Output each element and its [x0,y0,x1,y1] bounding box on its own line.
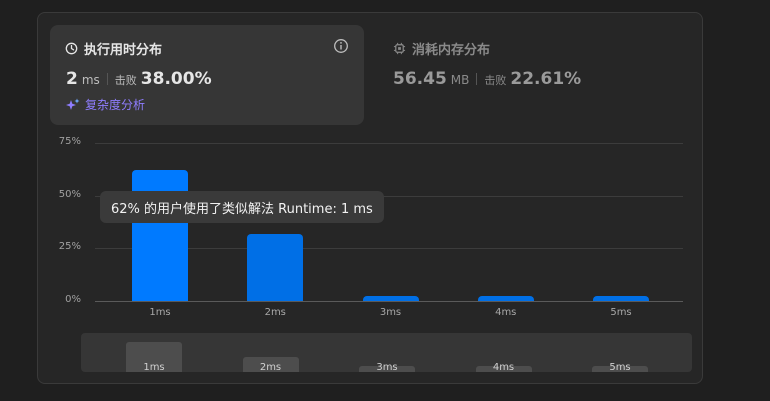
runtime-unit: ms [81,73,100,87]
info-icon[interactable] [333,38,349,54]
x-tick-label: 5ms [610,307,632,318]
x-tick-label: 2ms [264,307,286,318]
y-tick-label: 50% [58,188,81,200]
minimap-label: 5ms [609,362,631,372]
memory-title-text: 消耗内存分布 [412,43,491,58]
runtime-beat-pct: 38.00% [140,69,212,89]
divider [476,73,478,85]
sparkle-icon [66,98,80,112]
chart-range-slider[interactable]: 1ms 2ms 3ms 4ms 5ms [81,333,692,372]
runtime-tab-title: 执行用时分布 [65,39,162,58]
memory-unit: MB [450,73,470,87]
runtime-stat: 2 ms 击败 38.00% [66,69,212,89]
memory-beat-label: 击败 [484,74,507,87]
memory-tab[interactable]: 消耗内存分布 [393,39,490,58]
bar-4ms[interactable] [477,296,534,301]
x-tick-label: 3ms [379,307,402,318]
x-tick-label: 1ms [149,307,171,318]
complexity-analysis-link[interactable]: 复杂度分析 [66,96,145,113]
chart-tooltip: 62% 的用户使用了类似解法 Runtime: 1 ms [100,191,384,223]
bar-3ms[interactable] [362,296,419,301]
complexity-link-text: 复杂度分析 [85,98,146,112]
memory-stat: 56.45 MB 击败 22.61% [393,69,581,89]
gridline [95,143,683,144]
clock-icon [65,42,78,55]
divider [106,73,108,85]
runtime-title-text: 执行用时分布 [84,43,163,58]
x-tick-label: 4ms [495,307,517,318]
y-tick-label: 75% [58,136,81,147]
memory-beat-pct: 22.61% [510,69,582,89]
bar-1ms[interactable] [132,170,188,301]
y-tick-label: 25% [58,241,81,253]
runtime-value: 2 [66,69,78,89]
minimap-label: 3ms [376,362,398,372]
tooltip-text: 62% 的用户使用了类似解法 Runtime: 1 ms [111,201,373,217]
memory-value: 56.45 [393,69,447,89]
minimap-label: 2ms [259,362,282,372]
chip-icon [393,42,406,55]
bar-5ms[interactable] [593,296,649,301]
y-tick-label: 0% [65,294,81,305]
minimap-label: 4ms [492,362,515,372]
minimap-label: 1ms [143,362,165,372]
runtime-beat-label: 击败 [114,74,137,87]
bar-2ms[interactable] [247,233,304,301]
gridline [95,301,683,302]
